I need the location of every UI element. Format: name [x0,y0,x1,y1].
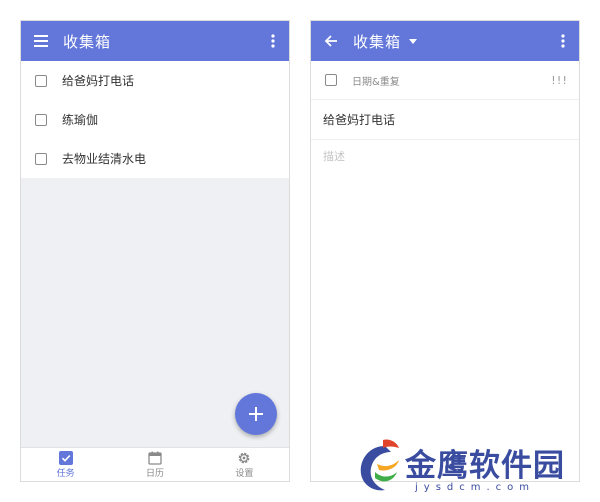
list-item[interactable]: 去物业结清水电 [21,139,289,178]
nav-settings[interactable]: 设置 [200,448,289,481]
task-label: 练瑜伽 [62,113,99,127]
task-list-screen: 收集箱 给爸妈打电话 练瑜伽 去物业结清水电 任务 日历 设置 [20,20,290,482]
nav-calendar-label: 日历 [145,468,164,479]
priority-icon[interactable]: !!! [550,74,568,87]
task-checkbox[interactable] [35,113,47,126]
description-field[interactable]: 描述 [311,140,579,172]
more-vert-icon[interactable] [265,21,281,61]
eagle-logo-icon [360,439,399,491]
task-list: 给爸妈打电话 练瑜伽 去物业结清水电 [21,61,289,178]
task-checkbox[interactable] [325,74,337,86]
checkbox-icon [58,450,73,465]
caret-down-icon[interactable] [409,38,418,44]
nav-tasks-label: 任务 [56,468,75,479]
task-detail-screen: 收集箱 日期&重复 !!! 给爸妈打电话 描述 [310,20,580,482]
plus-icon [249,407,263,421]
list-item[interactable]: 给爸妈打电话 [21,61,289,100]
watermark-url: jysdcm.com [415,482,536,493]
nav-settings-label: 设置 [235,468,254,479]
list-item[interactable]: 练瑜伽 [21,100,289,139]
site-watermark: 金鹰软件园 jysdcm.com [355,436,595,498]
nav-tasks[interactable]: 任务 [21,448,110,481]
task-label: 去物业结清水电 [62,152,147,166]
page-title[interactable]: 收集箱 [353,31,401,52]
watermark-name: 金鹰软件园 [405,448,565,484]
date-repeat-row[interactable]: 日期&重复 !!! [311,61,579,100]
arrow-left-icon[interactable] [311,21,351,61]
gear-icon [239,452,250,463]
hamburger-menu-icon[interactable] [21,21,61,61]
task-title-field[interactable]: 给爸妈打电话 [311,100,579,140]
task-checkbox[interactable] [35,152,47,165]
more-vert-icon[interactable] [555,21,571,61]
task-label: 给爸妈打电话 [62,74,135,88]
calendar-icon [148,451,162,465]
add-task-button[interactable] [235,393,277,435]
app-bar: 收集箱 [311,21,579,61]
task-checkbox[interactable] [35,74,47,87]
bottom-navigation: 任务 日历 设置 [21,447,289,481]
page-title: 收集箱 [63,32,112,51]
nav-calendar[interactable]: 日历 [110,448,199,481]
app-bar: 收集箱 [21,21,289,61]
date-repeat-label[interactable]: 日期&重复 [352,73,400,88]
